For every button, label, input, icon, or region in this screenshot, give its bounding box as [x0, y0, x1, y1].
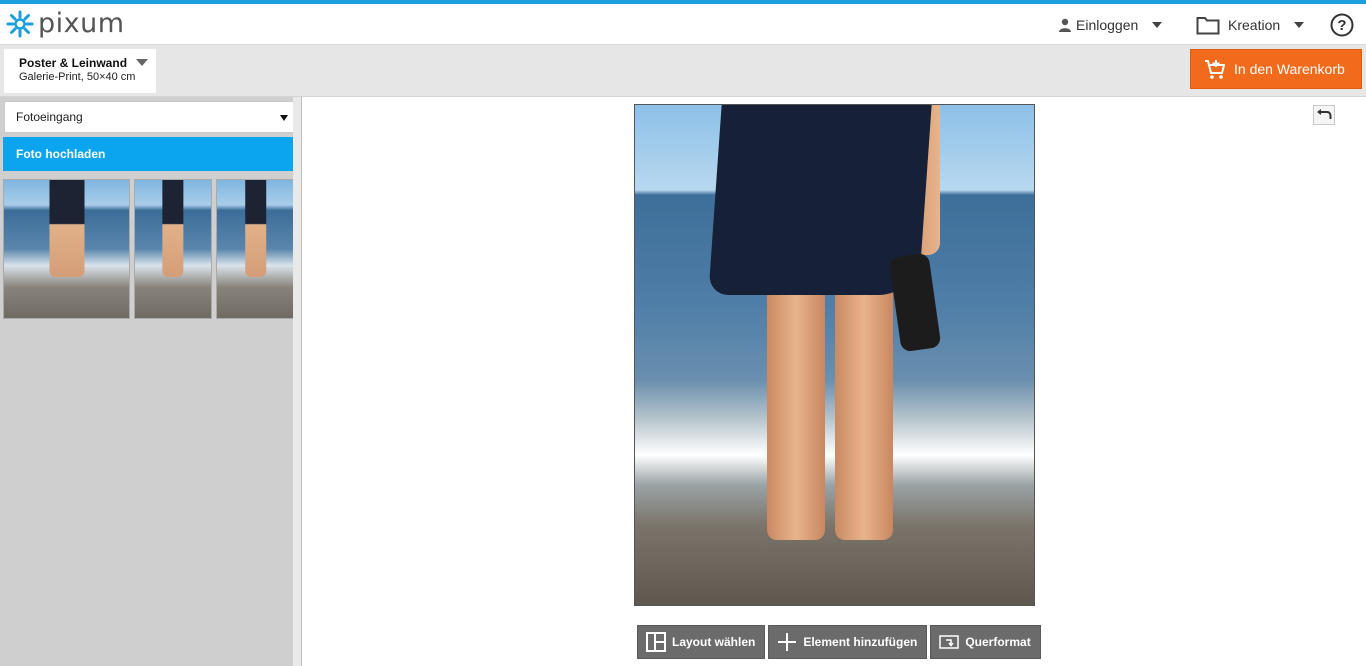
product-subtitle: Galerie-Print, 50×40 cm: [19, 71, 136, 83]
chevron-down-icon: [1294, 21, 1305, 28]
layout-label: Layout wählen: [672, 635, 756, 649]
product-selector[interactable]: Poster & Leinwand Galerie-Print, 50×40 c…: [4, 49, 156, 93]
help-button[interactable]: ?: [1330, 4, 1354, 45]
undo-button[interactable]: [1313, 105, 1335, 125]
app-header: pixum Einloggen Kreation ?: [0, 4, 1366, 45]
chevron-down-icon: [136, 59, 148, 66]
product-bar: Poster & Leinwand Galerie-Print, 50×40 c…: [0, 45, 1366, 97]
photo-bag: [888, 252, 942, 353]
photo-thumbnail[interactable]: [134, 179, 212, 319]
brand-name: pixum: [38, 8, 125, 39]
photo-leg-left: [767, 255, 825, 540]
photo-sidebar: Fotoeingang Foto hochladen: [0, 97, 302, 666]
undo-icon: [1317, 109, 1332, 119]
choose-layout-button[interactable]: Layout wählen: [637, 625, 766, 659]
photo-thumbnail[interactable]: [3, 179, 130, 319]
user-icon: [1059, 18, 1071, 32]
chevron-down-icon: [1152, 21, 1163, 28]
add-to-cart-button[interactable]: In den Warenkorb: [1190, 49, 1362, 89]
creation-label: Kreation: [1228, 16, 1281, 33]
thumbnail-list: [3, 179, 295, 319]
thumbnail-figure: [162, 180, 184, 277]
add-element-label: Element hinzufügen: [803, 635, 918, 649]
plus-icon: [778, 633, 797, 651]
editor-toolbar: Layout wählen Element hinzufügen Querfor…: [637, 625, 1041, 659]
thumbnail-figure: [244, 180, 267, 277]
photo-leg-right: [835, 255, 893, 540]
sidebar-scrollbar[interactable]: [293, 97, 301, 666]
sun-logo-icon: [6, 10, 34, 38]
upload-photo-button[interactable]: Foto hochladen: [3, 137, 299, 171]
cart-icon: [1205, 60, 1225, 79]
editor-canvas: Layout wählen Element hinzufügen Querfor…: [302, 97, 1366, 666]
orientation-button[interactable]: Querformat: [930, 625, 1041, 659]
login-menu[interactable]: Einloggen: [1058, 4, 1163, 45]
upload-label: Foto hochladen: [16, 147, 106, 161]
pixum-logo[interactable]: pixum: [6, 9, 125, 39]
creation-menu[interactable]: Kreation: [1196, 4, 1305, 45]
dropdown-arrow-icon: [280, 115, 288, 121]
cart-label: In den Warenkorb: [1234, 61, 1345, 77]
poster-photo[interactable]: [634, 104, 1035, 606]
photo-thumbnail[interactable]: [216, 179, 295, 319]
folder-icon: [1196, 16, 1220, 34]
login-label: Einloggen: [1076, 16, 1139, 33]
folder-select-value: Fotoeingang: [16, 110, 83, 124]
rotate-icon: [939, 635, 960, 649]
orientation-label: Querformat: [965, 635, 1031, 649]
layout-icon: [646, 632, 666, 652]
add-element-button[interactable]: Element hinzufügen: [768, 625, 928, 659]
thumbnail-figure: [49, 180, 84, 277]
help-icon: ?: [1330, 13, 1354, 36]
help-label: ?: [1337, 17, 1346, 34]
folder-select[interactable]: Fotoeingang: [4, 101, 298, 133]
